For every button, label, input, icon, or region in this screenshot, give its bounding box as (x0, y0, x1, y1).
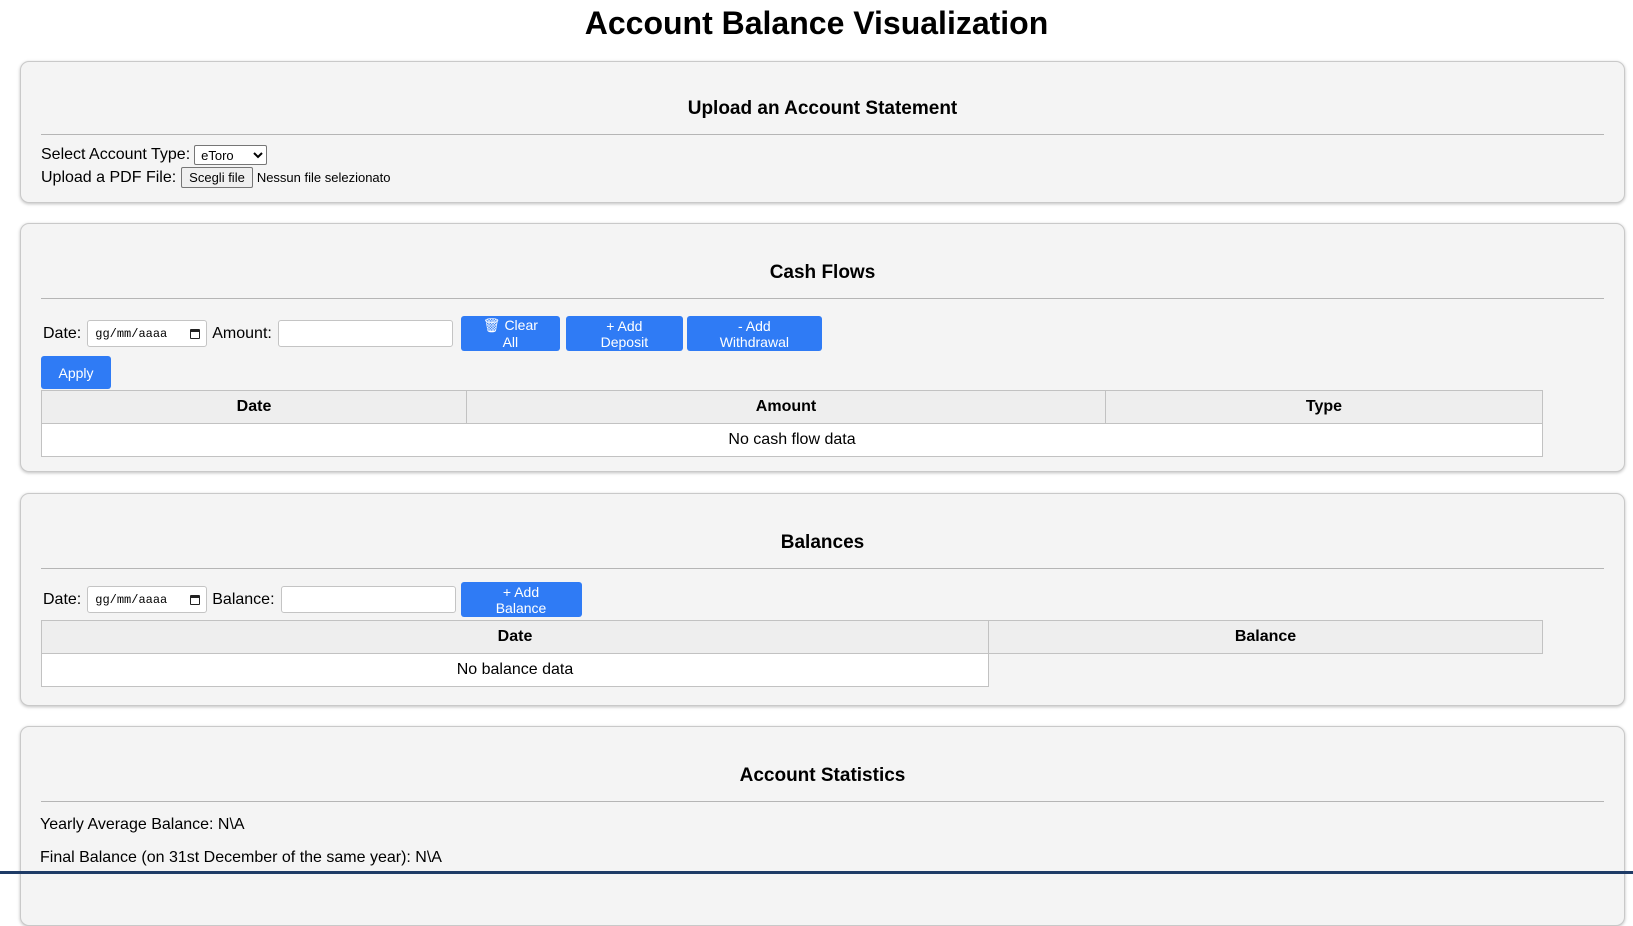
account-type-row: Select Account Type: eToro (41, 145, 1604, 165)
account-type-label: Select Account Type: (41, 146, 191, 163)
pdf-upload-row: Upload a PDF File: Scegli file Nessun fi… (41, 167, 1604, 188)
balance-header-row: Date Balance (41, 620, 1543, 654)
upload-panel: Upload an Account Statement Select Accou… (20, 61, 1625, 203)
balances-panel: Balances Date: gg/mm/aaaa Balance: + Add… (20, 493, 1625, 706)
cash-flow-form: Date: gg/mm/aaaa Amount: 🗑 Clear All + A… (41, 316, 1604, 351)
add-balance-button[interactable]: + Add Balance (460, 582, 582, 617)
empty-cash-flow-message: No cash flow data (41, 423, 1543, 457)
balance-input[interactable] (280, 586, 456, 613)
cash-flow-date-input[interactable]: gg/mm/aaaa (87, 320, 208, 347)
balance-table: Date Balance No balance data (41, 620, 1543, 687)
balance-date-label: Date: (43, 590, 82, 608)
statistics-panel: Account Statistics Yearly Average Balanc… (20, 726, 1625, 926)
column-header-balance: Balance (988, 620, 1543, 654)
cash-flows-heading: Cash Flows (41, 224, 1604, 299)
balance-label: Balance: (212, 590, 275, 608)
column-header-amount: Amount (466, 390, 1106, 424)
yearly-average-balance: Yearly Average Balance: N\A (40, 816, 245, 833)
final-balance: Final Balance (on 31st December of the s… (40, 849, 442, 866)
calendar-icon[interactable] (190, 328, 201, 339)
balance-date-input[interactable]: gg/mm/aaaa (87, 586, 208, 613)
amount-label: Amount: (212, 324, 272, 342)
add-withdrawal-button[interactable]: - Add Withdrawal (686, 316, 822, 351)
column-header-date: Date (41, 620, 989, 654)
column-header-type: Type (1105, 390, 1543, 424)
statistics-heading: Account Statistics (41, 727, 1604, 802)
clear-all-button[interactable]: 🗑 Clear All (460, 316, 560, 351)
upload-heading: Upload an Account Statement (41, 62, 1604, 135)
pdf-label: Upload a PDF File: (41, 168, 177, 186)
page-title: Account Balance Visualization (584, 5, 1049, 41)
balance-date-placeholder: gg/mm/aaaa (95, 592, 168, 607)
calendar-icon[interactable] (190, 594, 201, 605)
cash-flow-date-placeholder: gg/mm/aaaa (95, 326, 168, 341)
add-deposit-button[interactable]: + Add Deposit (565, 316, 683, 351)
column-header-date: Date (41, 390, 467, 424)
apply-button[interactable]: Apply (41, 356, 111, 389)
table-row: No balance data (41, 653, 1543, 687)
bottom-divider (0, 871, 1633, 874)
choose-file-button[interactable]: Scegli file (181, 167, 253, 188)
empty-balance-message: No balance data (41, 653, 989, 687)
table-row: No cash flow data (41, 423, 1543, 457)
empty-balance-cell (988, 653, 1543, 687)
balance-form: Date: gg/mm/aaaa Balance: + Add Balance (41, 582, 1604, 617)
amount-input[interactable] (277, 320, 453, 347)
account-type-select[interactable]: eToro (194, 145, 268, 165)
cash-flow-date-label: Date: (43, 324, 82, 342)
file-status: Nessun file selezionato (256, 170, 391, 185)
balances-heading: Balances (41, 494, 1604, 569)
cash-flows-panel: Cash Flows Date: gg/mm/aaaa Amount: 🗑 Cl… (20, 223, 1625, 472)
cash-flow-table: Date Amount Type No cash flow data (41, 390, 1543, 457)
cash-flow-header-row: Date Amount Type (41, 390, 1543, 424)
